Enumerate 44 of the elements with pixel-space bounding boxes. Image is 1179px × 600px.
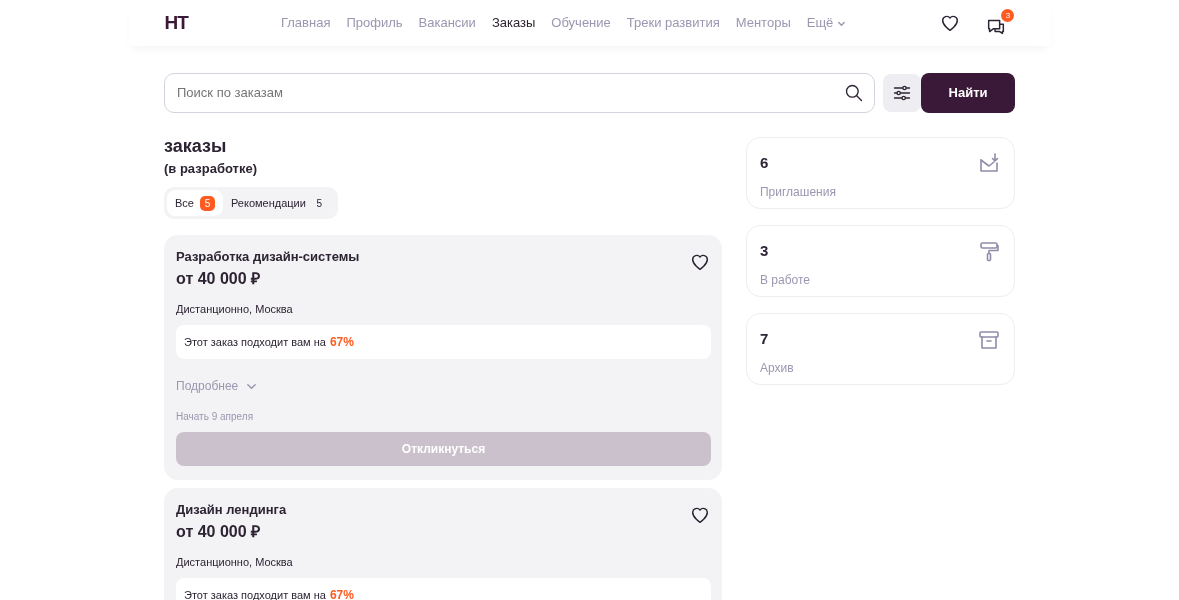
nav-link[interactable]: Обучение (551, 13, 611, 33)
page-title: заказы (164, 137, 228, 155)
nav-link[interactable]: Заказы (491, 13, 536, 33)
order-title: Разработка дизайн-системы (176, 248, 360, 266)
start-date: Начать 9 апреля (176, 410, 255, 424)
stat-count: 6 (759, 153, 770, 173)
message-count-badge: 3 (1001, 8, 1015, 22)
filter-button[interactable] (883, 74, 921, 112)
order-location: Дистанционно, Москва (176, 554, 294, 570)
order-location: Дистанционно, Москва (176, 301, 294, 317)
order-price: от 40 000 ₽ (176, 268, 262, 289)
stat-label: Архив (759, 359, 794, 377)
search-field[interactable]: Поиск по заказам (164, 73, 875, 113)
stat-label: В работе (759, 271, 810, 289)
search-icon (844, 83, 864, 103)
stat-count: 7 (759, 329, 770, 349)
stat-card[interactable]: 6 Приглашения (745, 137, 1015, 209)
filter-tab[interactable]: Рекомендации 5 (222, 189, 335, 216)
sliders-icon (892, 83, 912, 103)
stat-card[interactable]: 3 В работе (745, 225, 1015, 297)
logo[interactable]: HT (164, 8, 188, 38)
match-percent: 67% (329, 334, 354, 351)
nav-link[interactable]: Вакансии (418, 13, 476, 33)
page-subtitle: (в разработке) (164, 160, 258, 178)
find-button[interactable]: Найти (921, 73, 1015, 113)
more-menu[interactable]: Ещё (806, 13, 847, 33)
order-title: Дизайн лендинга (176, 501, 287, 519)
nav-link[interactable]: Треки развития (626, 13, 720, 33)
stat-count: 3 (759, 241, 770, 261)
nav-link[interactable]: Профиль (346, 13, 403, 33)
order-price: от 40 000 ₽ (176, 521, 262, 542)
match-text: Этот заказ подходит вам на (184, 587, 326, 600)
messages-button[interactable]: 3 (985, 8, 1015, 38)
stat-label: Приглашения (759, 183, 836, 201)
archive-box-icon (977, 328, 1001, 352)
paint-roller-icon (977, 240, 1001, 264)
nav-link[interactable]: Менторы (735, 13, 791, 33)
nav-link[interactable]: Главная (280, 13, 331, 33)
match-text: Этот заказ подходит вам на (184, 334, 326, 350)
filter-tab[interactable]: Все 5 (167, 189, 223, 216)
tab-count: 5 (315, 196, 324, 211)
stat-card[interactable]: 7 Архив (745, 313, 1015, 385)
tab-count: 5 (199, 195, 215, 211)
match-percent: 67% (329, 587, 354, 600)
